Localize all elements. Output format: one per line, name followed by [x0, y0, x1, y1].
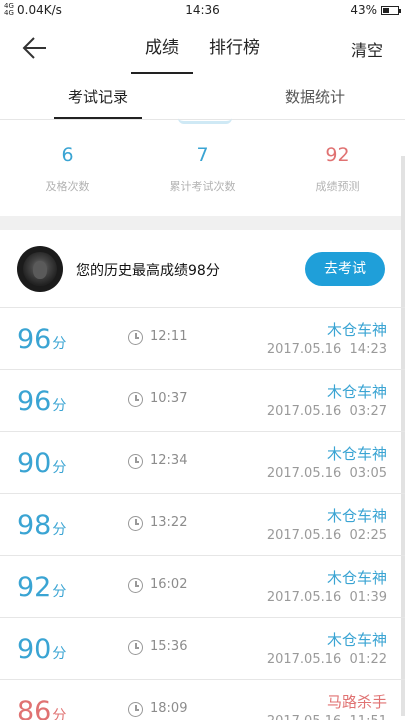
tab-exam-records[interactable]: 考试记录 [53, 86, 143, 119]
tab-leaderboard[interactable]: 排行榜 [209, 22, 260, 74]
record-score: 96分 [17, 324, 66, 355]
score-unit: 分 [52, 522, 67, 538]
best-score-card: 您的历史最高成绩98分 去考试 [0, 230, 405, 308]
score-unit: 分 [52, 646, 67, 662]
record-date: 2017.05.16 03:05 [266, 466, 387, 481]
record-duration: 13:22 [150, 515, 188, 530]
record-score: 92分 [17, 572, 66, 603]
record-score: 90分 [17, 634, 66, 665]
clock-icon [128, 640, 143, 655]
decorative-arc [178, 118, 232, 124]
record-user: 马路杀手 [326, 693, 387, 711]
table-row[interactable]: 96分 12:11 木仓车神 2017.05.16 14:23 [0, 308, 405, 370]
score-value: 86 [17, 696, 52, 720]
score-value: 92 [17, 572, 52, 603]
score-value: 96 [17, 386, 52, 417]
exam-record-list: 96分 12:11 木仓车神 2017.05.16 14:23 96分 10:37 木仓车神… [0, 308, 405, 720]
status-bar: 4G 4G 0.04K/s 14:36 43% [0, 0, 405, 22]
record-date: 2017.05.16 14:23 [266, 342, 387, 357]
record-duration: 12:34 [150, 453, 188, 468]
take-exam-button[interactable]: 去考试 [305, 252, 385, 286]
clock-time: 14:36 [185, 3, 220, 17]
record-user: 木仓车神 [326, 507, 387, 525]
record-date: 2017.05.16 03:27 [266, 404, 387, 419]
record-duration: 12:11 [150, 329, 188, 344]
stat-score-prediction: 92 成绩预测 [270, 136, 405, 216]
clock-icon [128, 516, 143, 531]
battery-icon [381, 5, 401, 15]
record-score: 98分 [17, 510, 66, 541]
stat-pass-count: 6 及格次数 [0, 136, 135, 216]
stat-label: 累计考试次数 [169, 180, 236, 193]
clock-icon [128, 454, 143, 469]
clock-icon [128, 578, 143, 593]
sub-tabs: 考试记录 数据统计 [0, 74, 405, 120]
score-value: 90 [17, 448, 52, 479]
stat-value: 7 [196, 144, 209, 166]
score-unit: 分 [52, 398, 67, 414]
record-duration: 10:37 [150, 391, 188, 406]
best-score-text: 您的历史最高成绩98分 [76, 263, 220, 279]
record-duration: 15:36 [150, 639, 188, 654]
table-row[interactable]: 90分 15:36 木仓车神 2017.05.16 01:22 [0, 618, 405, 680]
table-row[interactable]: 92分 16:02 木仓车神 2017.05.16 01:39 [0, 556, 405, 618]
score-unit: 分 [52, 460, 67, 476]
tab-data-stats[interactable]: 数据统计 [285, 86, 345, 107]
record-user: 木仓车神 [326, 383, 387, 401]
score-unit: 分 [52, 708, 67, 720]
clear-button[interactable]: 清空 [351, 37, 383, 61]
record-date: 2017.05.16 01:39 [266, 590, 387, 605]
table-row[interactable]: 96分 10:37 木仓车神 2017.05.16 03:27 [0, 370, 405, 432]
record-score: 90分 [17, 448, 66, 479]
record-user: 木仓车神 [326, 321, 387, 339]
stat-value: 92 [325, 144, 350, 166]
battery-percent: 43% [350, 3, 377, 17]
clock-icon [128, 702, 143, 717]
stat-value: 6 [61, 144, 74, 166]
table-row[interactable]: 90分 12:34 木仓车神 2017.05.16 03:05 [0, 432, 405, 494]
record-duration: 16:02 [150, 577, 188, 592]
table-row[interactable]: 86分 18:09 马路杀手 2017.05.16 11:51 [0, 680, 405, 720]
section-divider [0, 216, 405, 230]
tab-scores[interactable]: 成绩 [131, 22, 193, 74]
top-nav: 成绩 排行榜 清空 [0, 22, 405, 74]
clock-icon [128, 392, 143, 407]
record-score: 86分 [17, 696, 66, 720]
stat-label: 成绩预测 [315, 180, 360, 193]
avatar[interactable] [17, 246, 63, 292]
score-unit: 分 [52, 336, 67, 352]
score-value: 90 [17, 634, 52, 665]
record-score: 96分 [17, 386, 66, 417]
record-user: 木仓车神 [326, 569, 387, 587]
clock-icon [128, 330, 143, 345]
record-date: 2017.05.16 02:25 [266, 528, 387, 543]
score-value: 98 [17, 510, 52, 541]
score-value: 96 [17, 324, 52, 355]
record-duration: 18:09 [150, 701, 188, 716]
record-user: 木仓车神 [326, 631, 387, 649]
table-row[interactable]: 98分 13:22 木仓车神 2017.05.16 02:25 [0, 494, 405, 556]
stats-summary: 6 及格次数 7 累计考试次数 92 成绩预测 [0, 136, 405, 216]
stat-label: 及格次数 [45, 180, 90, 193]
record-date: 2017.05.16 11:51 [267, 714, 387, 720]
record-date: 2017.05.16 01:22 [266, 652, 387, 667]
stat-total-exams: 7 累计考试次数 [135, 136, 270, 216]
record-user: 木仓车神 [326, 445, 387, 463]
score-unit: 分 [52, 584, 67, 600]
